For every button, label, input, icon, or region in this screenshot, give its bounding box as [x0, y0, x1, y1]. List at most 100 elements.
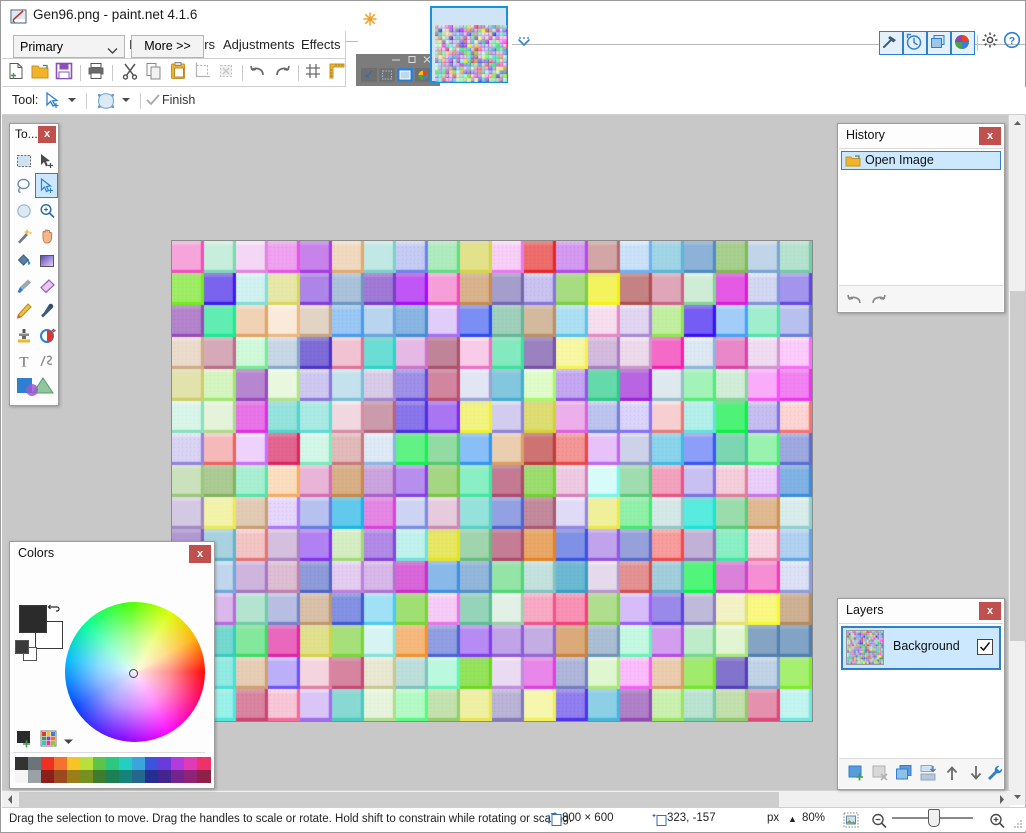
palette-swatch[interactable]	[15, 757, 29, 770]
tool-rectangle-select[interactable]	[12, 148, 35, 173]
new-image-button[interactable]	[6, 61, 30, 85]
palette-swatch[interactable]	[28, 757, 42, 770]
rulers-button[interactable]	[327, 61, 351, 85]
layers-panel-header[interactable]: Layers x	[838, 599, 1004, 623]
vertical-scrollbar[interactable]	[1008, 115, 1025, 805]
palette-swatch[interactable]	[158, 757, 172, 770]
more-colors-button[interactable]: More >>	[131, 35, 204, 58]
history-item-open-image[interactable]: Open Image	[841, 151, 1001, 170]
horizontal-scrollbar[interactable]	[2, 790, 1010, 807]
palette-swatch[interactable]	[197, 757, 211, 770]
palette-swatch[interactable]	[145, 770, 159, 783]
tool-shapes[interactable]	[12, 373, 58, 398]
palette-swatch[interactable]	[41, 770, 55, 783]
scroll-right-arrow[interactable]	[993, 791, 1010, 808]
history-list[interactable]: Open Image	[839, 148, 1003, 284]
tool-move-selected-pixels[interactable]	[35, 148, 58, 173]
colors-panel-header[interactable]: Colors x	[10, 542, 214, 566]
color-target-select[interactable]: Primary	[13, 35, 125, 58]
vertical-scroll-thumb[interactable]	[1010, 291, 1025, 641]
colors-toggle-button[interactable]	[951, 31, 975, 55]
palette-swatch[interactable]	[145, 757, 159, 770]
image-canvas[interactable]	[172, 241, 812, 721]
palette-swatch[interactable]	[67, 757, 81, 770]
tool-paintbrush[interactable]	[12, 273, 35, 298]
history-panel-header[interactable]: History x	[838, 124, 1004, 148]
mini-arrow-tool-icon[interactable]	[361, 68, 377, 82]
tools-panel-close-button[interactable]: x	[38, 126, 56, 143]
menu-effects[interactable]: Effects	[293, 31, 349, 59]
fit-to-window-button[interactable]	[843, 812, 859, 828]
primary-color-swatch[interactable]	[19, 605, 47, 633]
tab-gen96[interactable]	[430, 6, 508, 83]
palette-dropdown-arrow[interactable]	[63, 735, 74, 749]
reset-colors-primary[interactable]	[15, 640, 29, 654]
palette-swatch[interactable]	[119, 757, 133, 770]
palette-swatch[interactable]	[184, 770, 198, 783]
resize-grip[interactable]	[1013, 818, 1023, 828]
horizontal-scroll-thumb[interactable]	[19, 792, 779, 807]
history-toggle-button[interactable]	[903, 31, 927, 55]
palette-swatch[interactable]	[54, 770, 68, 783]
swap-colors-icon[interactable]	[47, 603, 61, 617]
duplicate-layer-button[interactable]	[894, 764, 916, 784]
layers-toggle-button[interactable]	[927, 31, 951, 55]
units-spinner-arrow[interactable]: ▲	[788, 814, 797, 824]
palette-swatch-grid[interactable]	[15, 757, 211, 783]
tool-gradient[interactable]	[35, 248, 58, 273]
tool-ellipse-select[interactable]	[12, 198, 35, 223]
colors-panel-close-button[interactable]: x	[189, 545, 211, 563]
zoom-level-value[interactable]: 80%	[802, 812, 825, 824]
image-canvas-container[interactable]	[172, 241, 812, 721]
zoom-slider-knob[interactable]	[928, 809, 940, 827]
tool-clone-stamp[interactable]	[12, 323, 35, 348]
move-layer-up-button[interactable]	[942, 764, 964, 784]
chevron-down-icon[interactable]	[517, 37, 531, 49]
tool-magic-wand[interactable]	[12, 223, 35, 248]
add-layer-button[interactable]	[846, 764, 868, 784]
copy-button[interactable]	[144, 61, 168, 85]
palette-swatch[interactable]	[171, 757, 185, 770]
tool-lasso-select[interactable]	[12, 173, 35, 198]
merge-layer-down-button[interactable]	[918, 764, 940, 784]
palette-swatch[interactable]	[28, 770, 42, 783]
finish-button[interactable]: Finish	[162, 93, 195, 107]
tool-pan[interactable]	[35, 223, 58, 248]
deselect-all-button[interactable]	[216, 61, 240, 85]
palette-swatch[interactable]	[15, 770, 29, 783]
palette-swatch[interactable]	[197, 770, 211, 783]
print-button[interactable]	[86, 61, 110, 85]
palette-swatch[interactable]	[158, 770, 172, 783]
selection-mode-button[interactable]	[94, 90, 118, 112]
scroll-down-arrow[interactable]	[1009, 788, 1026, 805]
palette-swatch[interactable]	[67, 770, 81, 783]
history-panel-close-button[interactable]: x	[979, 127, 1001, 145]
tools-panel-header[interactable]: To... x	[10, 124, 58, 146]
zoom-out-button[interactable]	[870, 812, 886, 828]
help-button[interactable]: ?	[1003, 31, 1026, 55]
palette-swatch[interactable]	[54, 757, 68, 770]
mini-select-tool-icon[interactable]	[379, 68, 395, 82]
units-label[interactable]: px	[767, 812, 779, 824]
layer-visibility-checkbox[interactable]	[977, 639, 993, 655]
settings-button[interactable]	[981, 31, 1005, 55]
tool-dropdown-arrow[interactable]	[64, 90, 80, 112]
tool-text[interactable]: T	[12, 348, 35, 373]
zoom-in-button[interactable]	[988, 812, 1004, 828]
layer-properties-button[interactable]	[985, 764, 1007, 784]
tool-eraser[interactable]	[35, 273, 58, 298]
layer-item-background[interactable]: Background	[841, 626, 1001, 670]
history-undo-button[interactable]	[845, 290, 865, 308]
layers-panel-close-button[interactable]: x	[979, 602, 1001, 620]
palette-swatch[interactable]	[93, 757, 107, 770]
tool-zoom[interactable]	[35, 198, 58, 223]
add-color-to-palette-button[interactable]	[15, 730, 35, 748]
tool-color-picker[interactable]	[35, 298, 58, 323]
mini-layers-tool-icon[interactable]	[397, 68, 413, 82]
scroll-up-arrow[interactable]	[1009, 115, 1026, 132]
palette-swatch[interactable]	[171, 770, 185, 783]
palette-swatch[interactable]	[80, 757, 94, 770]
redo-button[interactable]	[272, 61, 296, 85]
active-tool-icon-button[interactable]	[42, 90, 62, 112]
save-image-button[interactable]	[54, 61, 78, 85]
